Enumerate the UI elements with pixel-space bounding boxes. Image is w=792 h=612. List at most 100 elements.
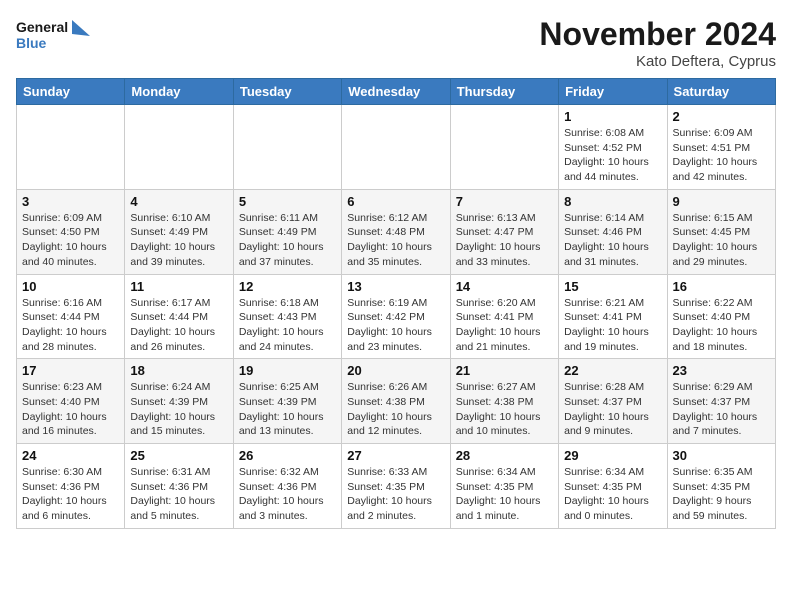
day-number: 20 (347, 363, 444, 378)
day-number: 15 (564, 279, 661, 294)
day-info: Sunrise: 6:09 AMSunset: 4:51 PMDaylight:… (673, 126, 770, 185)
svg-text:General: General (16, 19, 68, 35)
day-info: Sunrise: 6:33 AMSunset: 4:35 PMDaylight:… (347, 465, 444, 524)
week-row-2: 3 Sunrise: 6:09 AMSunset: 4:50 PMDaylight… (17, 189, 776, 274)
day-info: Sunrise: 6:27 AMSunset: 4:38 PMDaylight:… (456, 380, 553, 439)
calendar-table: SundayMondayTuesdayWednesdayThursdayFrid… (16, 78, 776, 529)
day-cell: 18 Sunrise: 6:24 AMSunset: 4:39 PMDayligh… (125, 359, 233, 444)
day-cell: 26 Sunrise: 6:32 AMSunset: 4:36 PMDayligh… (233, 444, 341, 529)
logo: GeneralBlue (16, 16, 96, 56)
day-info: Sunrise: 6:17 AMSunset: 4:44 PMDaylight:… (130, 296, 227, 355)
day-number: 12 (239, 279, 336, 294)
logo-icon: GeneralBlue (16, 16, 96, 56)
day-number: 24 (22, 448, 119, 463)
day-info: Sunrise: 6:22 AMSunset: 4:40 PMDaylight:… (673, 296, 770, 355)
day-cell: 25 Sunrise: 6:31 AMSunset: 4:36 PMDayligh… (125, 444, 233, 529)
day-info: Sunrise: 6:21 AMSunset: 4:41 PMDaylight:… (564, 296, 661, 355)
day-number: 3 (22, 194, 119, 209)
day-number: 28 (456, 448, 553, 463)
day-cell (450, 105, 558, 190)
day-number: 22 (564, 363, 661, 378)
day-number: 30 (673, 448, 770, 463)
day-number: 1 (564, 109, 661, 124)
day-cell: 5 Sunrise: 6:11 AMSunset: 4:49 PMDaylight… (233, 189, 341, 274)
day-cell: 19 Sunrise: 6:25 AMSunset: 4:39 PMDayligh… (233, 359, 341, 444)
day-info: Sunrise: 6:28 AMSunset: 4:37 PMDaylight:… (564, 380, 661, 439)
svg-text:Blue: Blue (16, 35, 47, 51)
day-number: 18 (130, 363, 227, 378)
day-number: 17 (22, 363, 119, 378)
day-cell: 21 Sunrise: 6:27 AMSunset: 4:38 PMDayligh… (450, 359, 558, 444)
day-info: Sunrise: 6:35 AMSunset: 4:35 PMDaylight:… (673, 465, 770, 524)
day-cell: 16 Sunrise: 6:22 AMSunset: 4:40 PMDayligh… (667, 274, 775, 359)
day-info: Sunrise: 6:19 AMSunset: 4:42 PMDaylight:… (347, 296, 444, 355)
day-cell (125, 105, 233, 190)
day-info: Sunrise: 6:31 AMSunset: 4:36 PMDaylight:… (130, 465, 227, 524)
day-info: Sunrise: 6:30 AMSunset: 4:36 PMDaylight:… (22, 465, 119, 524)
day-number: 11 (130, 279, 227, 294)
day-number: 5 (239, 194, 336, 209)
day-info: Sunrise: 6:09 AMSunset: 4:50 PMDaylight:… (22, 211, 119, 270)
day-number: 26 (239, 448, 336, 463)
day-info: Sunrise: 6:23 AMSunset: 4:40 PMDaylight:… (22, 380, 119, 439)
day-info: Sunrise: 6:12 AMSunset: 4:48 PMDaylight:… (347, 211, 444, 270)
day-number: 19 (239, 363, 336, 378)
day-cell: 6 Sunrise: 6:12 AMSunset: 4:48 PMDaylight… (342, 189, 450, 274)
day-number: 21 (456, 363, 553, 378)
day-number: 2 (673, 109, 770, 124)
week-row-3: 10Sunrise: 6:16 AMSunset: 4:44 PMDayligh… (17, 274, 776, 359)
day-cell: 15 Sunrise: 6:21 AMSunset: 4:41 PMDayligh… (559, 274, 667, 359)
day-cell: 27Sunrise: 6:33 AMSunset: 4:35 PMDayligh… (342, 444, 450, 529)
day-cell: 1 Sunrise: 6:08 AMSunset: 4:52 PMDaylight… (559, 105, 667, 190)
day-number: 14 (456, 279, 553, 294)
day-cell: 29 Sunrise: 6:34 AMSunset: 4:35 PMDayligh… (559, 444, 667, 529)
weekday-header-sunday: Sunday (17, 79, 125, 105)
day-cell: 20 Sunrise: 6:26 AMSunset: 4:38 PMDayligh… (342, 359, 450, 444)
day-info: Sunrise: 6:15 AMSunset: 4:45 PMDaylight:… (673, 211, 770, 270)
day-number: 4 (130, 194, 227, 209)
day-info: Sunrise: 6:11 AMSunset: 4:49 PMDaylight:… (239, 211, 336, 270)
day-cell: 7 Sunrise: 6:13 AMSunset: 4:47 PMDaylight… (450, 189, 558, 274)
page-header: GeneralBlue November 2024 Kato Deftera, … (16, 16, 776, 70)
day-cell: 17 Sunrise: 6:23 AMSunset: 4:40 PMDayligh… (17, 359, 125, 444)
day-info: Sunrise: 6:08 AMSunset: 4:52 PMDaylight:… (564, 126, 661, 185)
day-info: Sunrise: 6:14 AMSunset: 4:46 PMDaylight:… (564, 211, 661, 270)
month-title: November 2024 (539, 16, 776, 53)
day-cell: 3 Sunrise: 6:09 AMSunset: 4:50 PMDaylight… (17, 189, 125, 274)
day-cell: 22 Sunrise: 6:28 AMSunset: 4:37 PMDayligh… (559, 359, 667, 444)
day-cell: 28Sunrise: 6:34 AMSunset: 4:35 PMDayligh… (450, 444, 558, 529)
day-cell: 4 Sunrise: 6:10 AMSunset: 4:49 PMDaylight… (125, 189, 233, 274)
day-cell (233, 105, 341, 190)
day-info: Sunrise: 6:24 AMSunset: 4:39 PMDaylight:… (130, 380, 227, 439)
weekday-header-thursday: Thursday (450, 79, 558, 105)
day-info: Sunrise: 6:18 AMSunset: 4:43 PMDaylight:… (239, 296, 336, 355)
day-number: 7 (456, 194, 553, 209)
day-number: 10 (22, 279, 119, 294)
day-info: Sunrise: 6:26 AMSunset: 4:38 PMDaylight:… (347, 380, 444, 439)
day-cell: 23Sunrise: 6:29 AMSunset: 4:37 PMDayligh… (667, 359, 775, 444)
weekday-header-saturday: Saturday (667, 79, 775, 105)
weekday-header-monday: Monday (125, 79, 233, 105)
day-info: Sunrise: 6:25 AMSunset: 4:39 PMDaylight:… (239, 380, 336, 439)
day-number: 6 (347, 194, 444, 209)
day-cell: 11 Sunrise: 6:17 AMSunset: 4:44 PMDayligh… (125, 274, 233, 359)
day-number: 25 (130, 448, 227, 463)
day-cell: 2 Sunrise: 6:09 AMSunset: 4:51 PMDaylight… (667, 105, 775, 190)
location: Kato Deftera, Cyprus (539, 53, 776, 70)
day-cell: 30 Sunrise: 6:35 AMSunset: 4:35 PMDayligh… (667, 444, 775, 529)
weekday-header-wednesday: Wednesday (342, 79, 450, 105)
day-cell: 9Sunrise: 6:15 AMSunset: 4:45 PMDaylight… (667, 189, 775, 274)
title-block: November 2024 Kato Deftera, Cyprus (539, 16, 776, 70)
weekday-header-tuesday: Tuesday (233, 79, 341, 105)
day-info: Sunrise: 6:10 AMSunset: 4:49 PMDaylight:… (130, 211, 227, 270)
day-info: Sunrise: 6:34 AMSunset: 4:35 PMDaylight:… (564, 465, 661, 524)
week-row-5: 24 Sunrise: 6:30 AMSunset: 4:36 PMDayligh… (17, 444, 776, 529)
day-number: 29 (564, 448, 661, 463)
day-info: Sunrise: 6:13 AMSunset: 4:47 PMDaylight:… (456, 211, 553, 270)
day-info: Sunrise: 6:20 AMSunset: 4:41 PMDaylight:… (456, 296, 553, 355)
weekday-header-row: SundayMondayTuesdayWednesdayThursdayFrid… (17, 79, 776, 105)
day-number: 16 (673, 279, 770, 294)
day-info: Sunrise: 6:32 AMSunset: 4:36 PMDaylight:… (239, 465, 336, 524)
day-number: 23 (673, 363, 770, 378)
week-row-4: 17 Sunrise: 6:23 AMSunset: 4:40 PMDayligh… (17, 359, 776, 444)
